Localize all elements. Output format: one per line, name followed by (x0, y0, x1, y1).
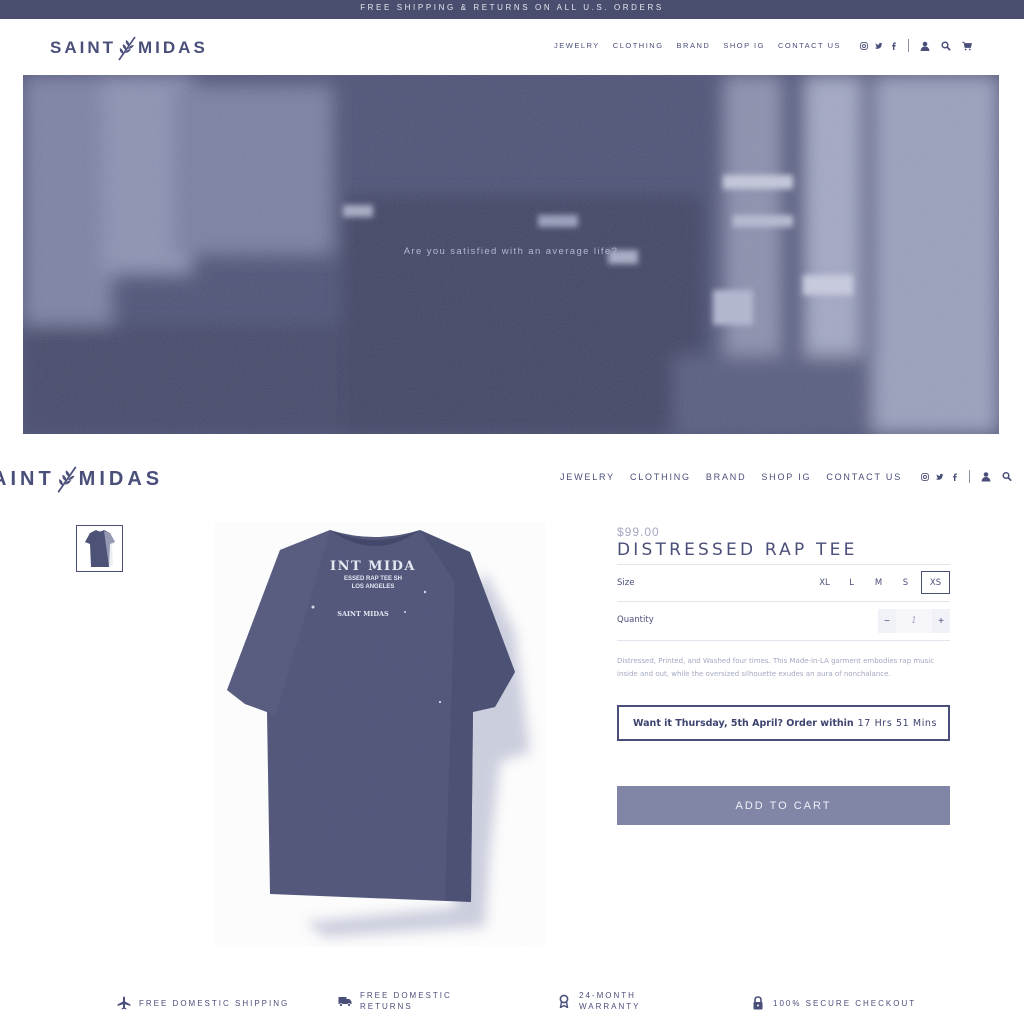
account-icon[interactable] (920, 41, 930, 51)
perk-warranty: 24-MONTH WARRANTY (557, 990, 640, 1012)
account-icon[interactable] (981, 472, 991, 482)
perk-secure-checkout: 100% SECURE CHECKOUT (751, 996, 916, 1010)
logo-text-right: MIDAS (138, 38, 208, 57)
nav-brand[interactable]: BRAND (706, 472, 747, 482)
tee-print-line1: INT MIDA (330, 559, 416, 574)
logo-text-right-2: MIDAS (78, 467, 164, 490)
nav-jewelry[interactable]: JEWELRY (560, 472, 615, 482)
size-option-xl[interactable]: XL (811, 571, 838, 594)
perks-bar: FREE DOMESTIC SHIPPING FREE DOMESTIC RETU… (0, 990, 1024, 1020)
logo-text-left-2: AINT (0, 467, 55, 490)
perk-label: FREE DOMESTIC SHIPPING (139, 998, 290, 1008)
tee-thumbnail-image (84, 529, 115, 567)
size-selector: XL L M S XS (811, 571, 950, 594)
main-nav: JEWELRY CLOTHING BRAND SHOP IG CONTACT U… (541, 39, 972, 52)
perk-label: FREE DOMESTIC RETURNS (360, 990, 452, 1012)
twitter-icon[interactable] (936, 473, 944, 481)
main-nav-2: JEWELRY CLOTHING BRAND SHOP IG CONTACT U… (545, 470, 1012, 483)
announcement-bar: FREE SHIPPING & RETURNS ON ALL U.S. ORDE… (0, 0, 1024, 19)
delivery-prompt: Want it Thursday, 5th April? Order withi… (633, 717, 854, 729)
perk-line2: RETURNS (360, 1002, 413, 1011)
product-description: Distressed, Printed, and Washed four tim… (617, 657, 935, 678)
perk-shipping: FREE DOMESTIC SHIPPING (117, 996, 289, 1010)
nav-shop-ig[interactable]: SHOP IG (723, 41, 765, 50)
brand-logo-2[interactable]: AINT MIDAS (0, 464, 163, 494)
tee-chest-print: SAINT MIDAS (337, 610, 389, 618)
size-option-l[interactable]: L (838, 571, 865, 594)
instagram-icon[interactable] (860, 41, 868, 50)
search-icon[interactable] (941, 40, 951, 51)
logo-text-left: SAINT (50, 38, 116, 57)
perk-label: 24-MONTH WARRANTY (579, 990, 640, 1012)
nav-jewelry[interactable]: JEWELRY (554, 41, 600, 50)
nav-clothing[interactable]: CLOTHING (630, 472, 691, 482)
quantity-decrease-button[interactable]: − (878, 609, 896, 633)
delivery-countdown: 17 Hrs 51 Mins (857, 717, 938, 729)
delivery-estimate: Want it Thursday, 5th April? Order withi… (617, 705, 950, 741)
perk-line2: WARRANTY (579, 1002, 641, 1011)
site-header: SAINT MIDAS JEWELRY CLOTHING BRAND SHOP … (0, 19, 1024, 75)
sprig-icon (118, 36, 136, 61)
perk-label: 100% SECURE CHECKOUT (773, 998, 917, 1008)
brand-logo[interactable]: SAINT MIDAS (50, 35, 208, 61)
size-option-s[interactable]: S (892, 571, 919, 594)
nav-contact-us[interactable]: CONTACT US (778, 41, 841, 50)
perk-line1: FREE DOMESTIC (360, 991, 452, 1000)
quantity-increase-button[interactable]: + (932, 609, 950, 633)
size-option-m[interactable]: M (865, 571, 892, 594)
quantity-input[interactable]: 1 (896, 609, 932, 633)
tee-print-line2: ESSED RAP TEE SH (344, 576, 402, 582)
product-main-image[interactable]: INT MIDA ESSED RAP TEE SH LOS ANGELES SA… (215, 522, 545, 947)
product-price: $99.00 (617, 525, 660, 539)
hero-banner: Are you satisfied with an average life? (23, 75, 999, 434)
quantity-label: Quantity (617, 615, 654, 625)
truck-icon (338, 994, 352, 1008)
add-to-cart-button[interactable]: ADD TO CART (617, 786, 950, 825)
product-thumbnail[interactable] (76, 525, 123, 572)
cart-icon[interactable] (962, 41, 972, 51)
hero-tagline: Are you satisfied with an average life? (403, 246, 619, 257)
nav-shop-ig[interactable]: SHOP IG (761, 472, 811, 482)
search-icon[interactable] (1002, 471, 1012, 482)
nav-clothing[interactable]: CLOTHING (613, 41, 664, 50)
product-title: DISTRESSED RAP TEE (617, 540, 858, 560)
sticky-header: AINT MIDAS JEWELRY CLOTHING BRAND SHOP I… (0, 446, 1024, 508)
facebook-icon[interactable] (890, 42, 898, 50)
divider (617, 640, 950, 641)
tee-image: INT MIDA ESSED RAP TEE SH LOS ANGELES SA… (215, 522, 545, 947)
lock-icon (751, 996, 765, 1010)
tee-print-line3: LOS ANGELES (352, 584, 395, 590)
sprig-icon (57, 466, 77, 493)
nav-contact-us[interactable]: CONTACT US (826, 472, 902, 482)
airplane-icon (117, 996, 131, 1010)
instagram-icon[interactable] (921, 472, 929, 481)
perk-returns: FREE DOMESTIC RETURNS (338, 990, 452, 1012)
perk-line1: 24-MONTH (579, 991, 636, 1000)
size-label: Size (617, 578, 635, 588)
ribbon-icon (557, 994, 571, 1008)
size-option-xs[interactable]: XS (921, 571, 950, 594)
quantity-stepper: − 1 + (878, 609, 950, 633)
divider (617, 601, 950, 602)
twitter-icon[interactable] (875, 42, 883, 50)
divider (617, 564, 950, 565)
nav-brand[interactable]: BRAND (677, 41, 711, 50)
facebook-icon[interactable] (951, 473, 959, 481)
